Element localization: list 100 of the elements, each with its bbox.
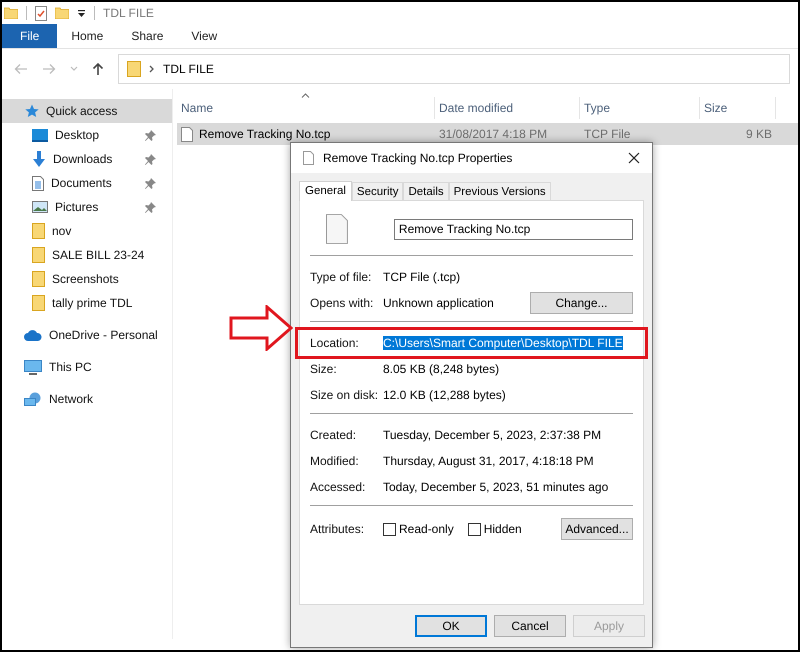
pin-icon[interactable]: [145, 130, 156, 140]
back-arrow-icon[interactable]: [14, 63, 28, 75]
checklist-icon[interactable]: [35, 6, 47, 20]
checkbox[interactable]: [383, 522, 396, 536]
up-arrow-icon[interactable]: [92, 62, 104, 76]
nav-item[interactable]: Network: [2, 387, 172, 411]
star-icon: [24, 104, 39, 118]
nav-item[interactable]: Screenshots: [2, 267, 172, 291]
property-value: TCP File (.tcp): [383, 270, 460, 284]
pin-icon[interactable]: [145, 202, 156, 212]
nav-label: Network: [49, 392, 94, 406]
nav-label: SALE BILL 23-24: [52, 248, 144, 262]
folder-icon[interactable]: [4, 7, 18, 19]
dialog-tab[interactable]: Security: [352, 182, 404, 200]
document-icon: [32, 176, 44, 190]
file-name-field[interactable]: Remove Tracking No.tcp: [394, 218, 633, 240]
folder-icon[interactable]: [55, 7, 69, 19]
nav-item[interactable]: OneDrive - Personal: [2, 323, 172, 347]
pin-icon[interactable]: [145, 178, 156, 188]
picture-icon: [32, 201, 48, 213]
ribbon-tab[interactable]: Home: [57, 24, 118, 48]
ribbon-tab[interactable]: View: [177, 24, 232, 48]
folder-icon: [32, 247, 45, 263]
ribbon-tab[interactable]: File: [2, 24, 58, 48]
close-icon[interactable]: [628, 152, 640, 164]
property-label: Created:: [310, 428, 358, 442]
nav-label: tally prime TDL: [52, 296, 132, 310]
nav-label: This PC: [49, 360, 92, 374]
desktop-icon: [32, 128, 48, 142]
download-arrow-icon: [32, 151, 46, 167]
address-path: TDL FILE: [163, 62, 214, 76]
pin-icon[interactable]: [145, 154, 156, 164]
property-value: Thursday, August 31, 2017, 4:18:18 PM: [383, 454, 594, 468]
property-label: Opens with:: [310, 296, 374, 310]
dialog-tab[interactable]: General: [299, 181, 352, 201]
computer-icon: [24, 360, 42, 374]
forward-arrow-icon[interactable]: [42, 63, 56, 75]
nav-item[interactable]: Pictures: [2, 195, 172, 219]
nav-item[interactable]: nov: [2, 219, 172, 243]
property-value: Today, December 5, 2023, 51 minutes ago: [383, 480, 608, 494]
nav-label: OneDrive - Personal: [49, 328, 158, 342]
dialog-tab[interactable]: Details: [403, 182, 449, 200]
column-header[interactable]: Size: [700, 97, 776, 119]
checkbox-label: Read-only: [399, 522, 454, 536]
advanced-button[interactable]: Advanced...: [561, 518, 633, 540]
change-button[interactable]: Change...: [530, 292, 633, 314]
property-value: 8.05 KB (8,248 bytes): [383, 362, 500, 376]
window-title: TDL FILE: [103, 6, 154, 20]
nav-label: Desktop: [55, 128, 100, 142]
property-label: Accessed:: [310, 480, 366, 494]
nav-label: Downloads: [53, 152, 112, 166]
nav-item[interactable]: SALE BILL 23-24: [2, 243, 172, 267]
file-row[interactable]: Remove Tracking No.tcp 31/08/2017 4:18 PM TCP File 9 KB: [177, 123, 798, 145]
property-value: C:\Users\Smart Computer\Desktop\TDL FILE: [383, 336, 623, 350]
nav-label: Quick access: [46, 104, 118, 118]
property-label: Location:: [310, 336, 360, 350]
cloud-icon: [24, 330, 42, 340]
column-header[interactable]: Date modified: [435, 97, 580, 119]
dialog-button[interactable]: Cancel: [494, 615, 566, 637]
folder-icon: [32, 223, 45, 239]
dialog-button[interactable]: OK: [415, 615, 487, 637]
column-header[interactable]: Name: [177, 97, 435, 119]
checkbox[interactable]: [468, 522, 481, 536]
nav-label: Screenshots: [52, 272, 119, 286]
nav-label: nov: [52, 224, 72, 238]
file-name: Remove Tracking No.tcp: [199, 127, 330, 141]
address-bar[interactable]: TDL FILE: [118, 54, 790, 84]
column-header[interactable]: Type: [580, 97, 700, 119]
nav-label: Documents: [51, 176, 112, 190]
dropdown-icon[interactable]: [77, 8, 86, 18]
table-cell-text: TCP File: [583, 127, 632, 141]
table-cell-text: 31/08/2017 4:18 PM: [438, 127, 548, 141]
nav-item[interactable]: Quick access: [2, 99, 172, 123]
property-value: Unknown application: [383, 296, 494, 310]
folder-icon: [32, 271, 45, 287]
file-icon: [303, 151, 314, 165]
folder-icon: [127, 61, 141, 77]
folder-icon: [32, 295, 45, 311]
property-value: 12.0 KB (12,288 bytes): [383, 388, 506, 402]
nav-item[interactable]: Documents: [2, 171, 172, 195]
property-label: Attributes:: [310, 522, 366, 536]
property-value: Tuesday, December 5, 2023, 2:37:38 PM: [383, 428, 602, 442]
checkbox-label: Hidden: [484, 522, 522, 536]
sort-caret-icon: [301, 93, 310, 98]
property-label: Size:: [310, 362, 338, 376]
ribbon-tab[interactable]: Share: [117, 24, 178, 48]
nav-item[interactable]: This PC: [2, 355, 172, 379]
property-label: Size on disk:: [310, 388, 380, 402]
nav-item[interactable]: tally prime TDL: [2, 291, 172, 315]
dialog-tab[interactable]: Previous Versions: [448, 182, 551, 200]
file-icon: [326, 214, 348, 244]
file-icon: [181, 126, 193, 142]
nav-item[interactable]: Desktop: [2, 123, 172, 147]
nav-label: Pictures: [55, 200, 98, 214]
dialog-title: Remove Tracking No.tcp Properties: [323, 151, 514, 165]
nav-item[interactable]: Downloads: [2, 147, 172, 171]
property-label: Type of file:: [310, 270, 372, 284]
arrow-icon: [229, 305, 293, 351]
table-cell-text: 9 KB: [744, 127, 773, 141]
chevron-down-icon[interactable]: [70, 66, 78, 72]
